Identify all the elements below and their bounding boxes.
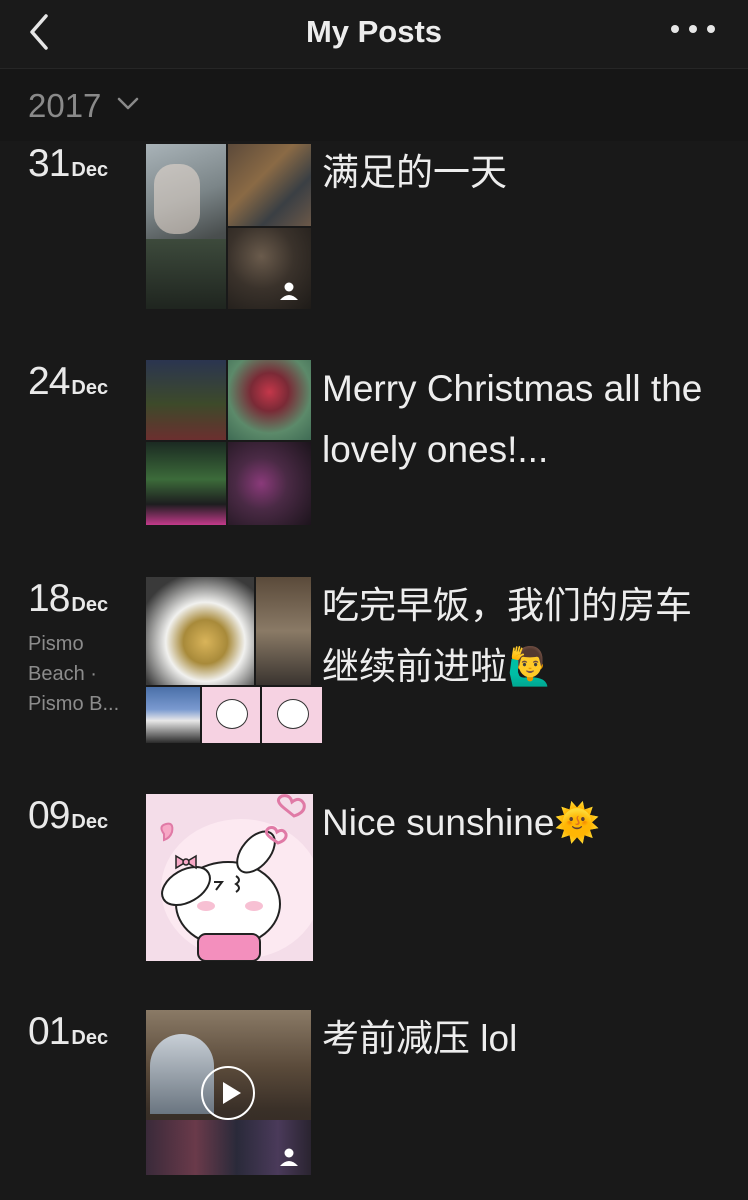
location-line: Beach · (28, 663, 97, 685)
photo-tree-lights (146, 442, 226, 525)
photo-food-market (228, 144, 311, 226)
year-label: 2017 (28, 87, 102, 124)
post-day: 24 (28, 360, 70, 403)
photo-rv (146, 687, 200, 743)
person-icon (280, 282, 298, 300)
photo-breakfast (146, 577, 254, 685)
post-photo[interactable] (146, 794, 313, 961)
post-month: Dec (71, 377, 109, 399)
post-month: Dec (71, 594, 109, 616)
post-text: 满足的一天 (322, 152, 507, 193)
post-day: 18 (28, 577, 70, 620)
post-item[interactable]: 24 Dec Merry Christmas all the lovely one… (0, 360, 748, 530)
post-date: 18 Dec (28, 577, 108, 621)
location-line: Pismo B... (28, 693, 120, 715)
photo-ladybug-lights (228, 360, 311, 440)
post-date: 31 Dec (28, 142, 108, 186)
post-date: 09 Dec (28, 794, 108, 838)
year-selector[interactable]: 2017 (0, 69, 748, 141)
post-location: Pismo Beach · Pismo B... (28, 629, 132, 719)
post-photo-grid[interactable] (146, 144, 311, 309)
photo-garden-lights (146, 360, 226, 440)
post-item[interactable]: 09 Dec Nice sunshine🌞 (0, 794, 748, 964)
sticker-bunny (202, 687, 260, 743)
post-item[interactable]: 18 Dec Pismo Beach · Pismo B... 吃完早饭，我们的房… (0, 577, 748, 747)
post-text: 吃完早饭，我们的房车继续前进啦🙋‍♂️ (322, 585, 692, 687)
person-icon (280, 1148, 298, 1166)
photo-kitchen (256, 577, 311, 685)
location-line: Pismo (28, 633, 84, 655)
post-date: 24 Dec (28, 360, 108, 404)
post-text: Merry Christmas all the lovely ones!... (322, 368, 703, 470)
chevron-down-icon (117, 97, 139, 110)
post-photo-grid[interactable] (146, 577, 322, 743)
nav-bar: My Posts (0, 0, 748, 69)
post-video[interactable] (146, 1010, 311, 1175)
post-month: Dec (71, 1027, 109, 1049)
post-text: 考前减压 lol (322, 1018, 518, 1059)
post-month: Dec (71, 159, 109, 181)
post-month: Dec (71, 811, 109, 833)
post-day: 09 (28, 794, 70, 837)
page-title: My Posts (305, 14, 443, 49)
post-date: 01 Dec (28, 1010, 108, 1054)
post-day: 01 (28, 1010, 70, 1053)
sticker-bunny (262, 687, 322, 743)
photo-window-hand (146, 144, 226, 309)
more-dots-icon[interactable] (668, 14, 718, 44)
post-photo-grid[interactable] (146, 360, 311, 525)
photo-pink-lights (228, 442, 311, 525)
sticker-bunny-kiss (146, 794, 313, 961)
play-icon[interactable] (201, 1066, 255, 1120)
post-item[interactable]: 31 Dec 满足的一天 (0, 142, 748, 312)
post-day: 31 (28, 142, 70, 185)
post-item[interactable]: 01 Dec 考前减压 lol (0, 1010, 748, 1180)
post-text: Nice sunshine🌞 (322, 802, 601, 843)
